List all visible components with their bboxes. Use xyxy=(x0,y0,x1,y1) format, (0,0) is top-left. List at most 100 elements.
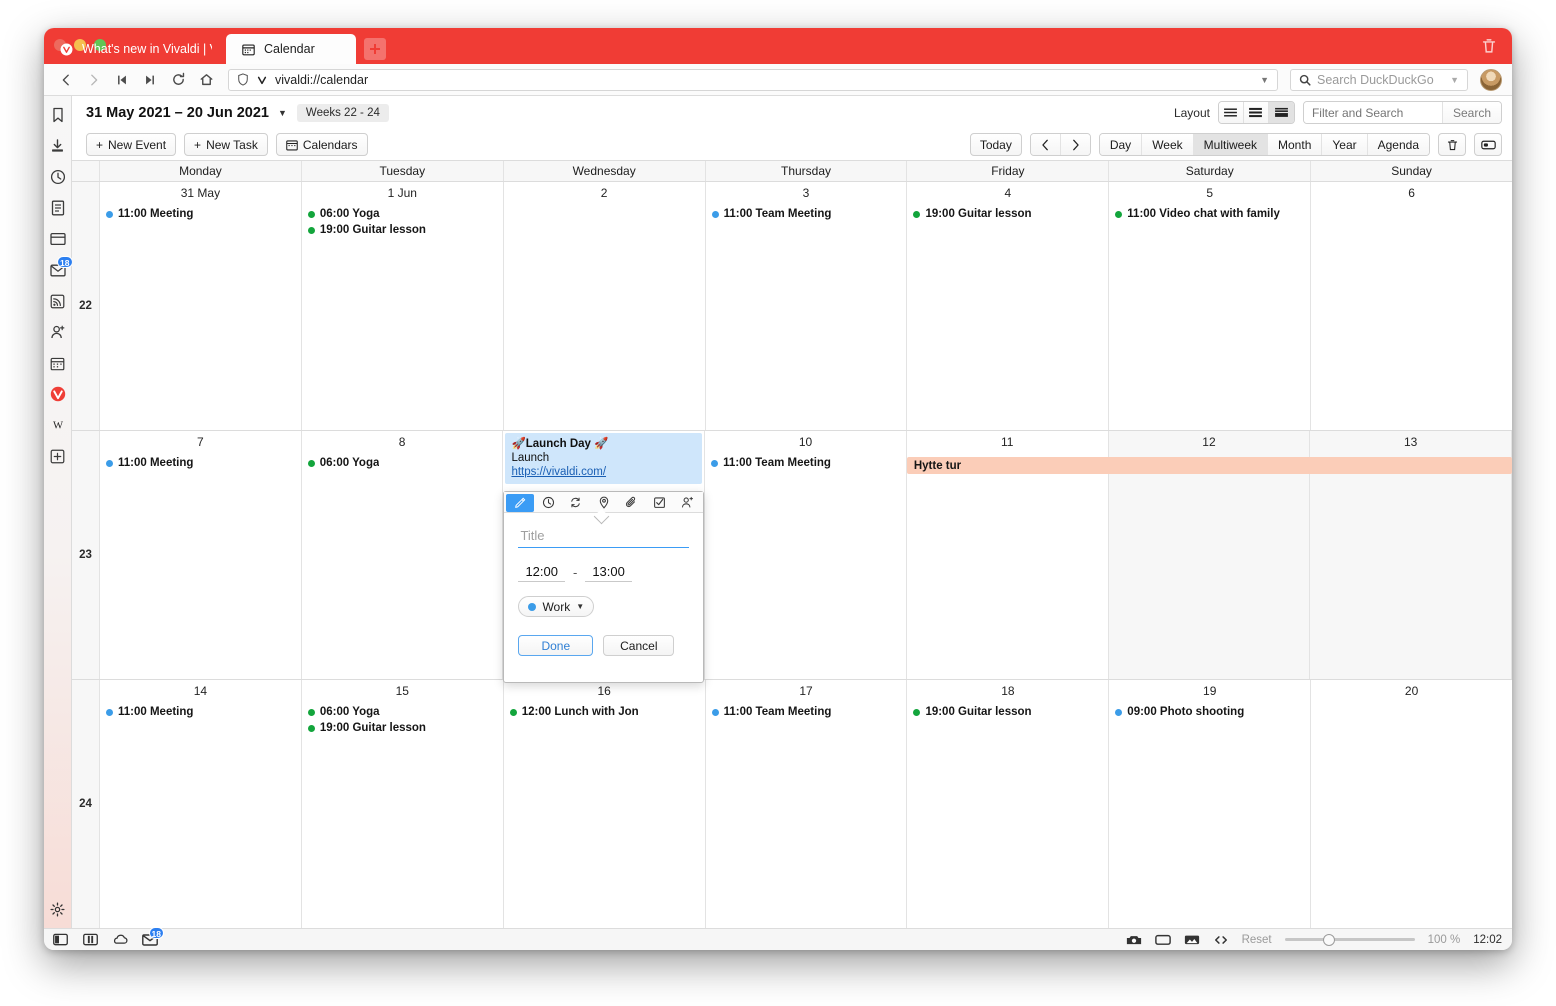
calendar-event[interactable]: 19:00 Guitar lesson xyxy=(907,704,1108,720)
calendar-event[interactable]: 06:00 Yoga xyxy=(302,455,503,471)
calendar-event[interactable]: 09:00 Photo shooting xyxy=(1109,704,1310,720)
day-cell[interactable]: 5 11:00 Video chat with family xyxy=(1109,182,1312,430)
filter-input[interactable] xyxy=(1303,102,1442,123)
plus-box-icon[interactable] xyxy=(49,447,67,465)
event-end-time[interactable]: 13:00 xyxy=(585,563,632,582)
camera-icon[interactable] xyxy=(1126,932,1142,948)
day-cell[interactable]: 19 09:00 Photo shooting xyxy=(1109,680,1312,928)
today-button[interactable]: Today xyxy=(969,133,1022,156)
mail-icon[interactable]: 18 xyxy=(49,256,73,279)
search-button[interactable]: Search xyxy=(1441,102,1501,123)
calendar-event[interactable]: 11:00 Meeting xyxy=(100,455,301,471)
bookmark-icon[interactable] xyxy=(49,106,67,124)
back-icon[interactable] xyxy=(54,68,78,92)
trash-icon[interactable] xyxy=(1480,37,1498,55)
home-icon[interactable] xyxy=(194,68,218,92)
day-cell[interactable]: 2 xyxy=(504,182,706,430)
done-button[interactable]: Done xyxy=(518,635,594,656)
location-pin-icon[interactable] xyxy=(590,494,618,512)
add-person-icon[interactable] xyxy=(673,494,701,512)
vivaldi-icon[interactable] xyxy=(49,385,67,403)
calendar-event[interactable]: 11:00 Meeting xyxy=(100,206,301,222)
day-cell[interactable]: 18 19:00 Guitar lesson xyxy=(907,680,1110,928)
event-toggle-icon[interactable] xyxy=(1474,133,1502,156)
date-range-selector[interactable]: 31 May 2021 – 20 Jun 2021 ▼ xyxy=(86,105,287,121)
paperclip-icon[interactable] xyxy=(618,494,646,512)
rewind-icon[interactable] xyxy=(110,68,134,92)
cancel-button[interactable]: Cancel xyxy=(603,635,675,656)
calendar-event[interactable]: 11:00 Video chat with family xyxy=(1109,206,1310,222)
repeat-icon[interactable] xyxy=(562,494,590,512)
code-icon[interactable] xyxy=(1213,932,1229,948)
day-cell[interactable]: 31 May 11:00 Meeting xyxy=(100,182,302,430)
window-panel-icon[interactable] xyxy=(49,230,67,248)
new-task-button[interactable]: + New Task xyxy=(184,133,268,156)
view-year[interactable]: Year xyxy=(1322,134,1368,155)
layout-medium-button[interactable] xyxy=(1243,102,1269,123)
view-month[interactable]: Month xyxy=(1268,134,1323,155)
gear-icon[interactable] xyxy=(49,900,67,918)
clock-icon[interactable] xyxy=(534,494,562,512)
event-start-time[interactable]: 12:00 xyxy=(518,563,565,582)
layout-large-button[interactable] xyxy=(1268,102,1294,123)
forward-icon[interactable] xyxy=(82,68,106,92)
view-agenda[interactable]: Agenda xyxy=(1367,134,1429,155)
day-cell[interactable]: 8 06:00 Yoga xyxy=(302,431,504,679)
contacts-icon[interactable] xyxy=(49,323,67,341)
day-cell[interactable]: 9🚀Launch Day 🚀Launchhttps://vivaldi.com/… xyxy=(503,431,706,683)
notes-icon[interactable] xyxy=(49,199,67,217)
day-cell[interactable]: 20 xyxy=(1311,680,1512,928)
day-cell[interactable]: 10 11:00 Team Meeting xyxy=(705,431,907,679)
day-cell[interactable]: 14 11:00 Meeting xyxy=(100,680,302,928)
day-cell[interactable]: 1 Jun 06:00 Yoga 19:00 Guitar lesson xyxy=(302,182,504,430)
event-title-input[interactable] xyxy=(518,526,690,548)
cloud-icon[interactable] xyxy=(112,932,128,948)
tiling-icon[interactable] xyxy=(82,932,98,948)
pencil-icon[interactable] xyxy=(506,493,535,512)
calendar-event[interactable]: 06:00 Yoga xyxy=(302,704,503,720)
tab-calendar[interactable]: Calendar xyxy=(226,34,356,64)
multi-day-event[interactable]: Hytte tur xyxy=(906,457,1512,474)
wikipedia-icon[interactable]: W xyxy=(49,416,67,434)
search-field[interactable]: Search DuckDuckGo ▼ xyxy=(1290,68,1468,91)
download-icon[interactable] xyxy=(49,137,67,155)
view-day[interactable]: Day xyxy=(1099,134,1143,155)
new-event-button[interactable]: + New Event xyxy=(86,133,177,156)
mail-icon[interactable]: 18 xyxy=(142,926,164,948)
view-week[interactable]: Week xyxy=(1142,134,1194,155)
day-cell[interactable]: 17 11:00 Team Meeting xyxy=(706,680,908,928)
clock-icon[interactable] xyxy=(49,168,67,186)
calendar-event[interactable]: 11:00 Meeting xyxy=(100,704,301,720)
calendar-event[interactable]: 11:00 Team Meeting xyxy=(706,704,907,720)
calendar-event[interactable]: 11:00 Team Meeting xyxy=(705,455,906,471)
selected-event-block[interactable]: 🚀Launch Day 🚀 Launch https://vivaldi.com/ xyxy=(505,433,703,484)
chevron-down-icon[interactable]: ▼ xyxy=(278,108,287,118)
day-cell[interactable]: 15 06:00 Yoga 19:00 Guitar lesson xyxy=(302,680,504,928)
calendar-icon[interactable] xyxy=(49,354,67,372)
zoom-slider-knob[interactable] xyxy=(1322,933,1335,946)
next-period-button[interactable] xyxy=(1060,134,1090,155)
display-icon[interactable] xyxy=(1154,932,1171,948)
day-cell[interactable]: 7 11:00 Meeting xyxy=(100,431,302,679)
day-cell[interactable]: 3 11:00 Team Meeting xyxy=(706,182,908,430)
calendar-event[interactable]: 19:00 Guitar lesson xyxy=(302,720,503,736)
new-tab-button[interactable] xyxy=(364,38,386,60)
rss-icon[interactable] xyxy=(49,292,67,310)
zoom-slider[interactable] xyxy=(1284,933,1415,946)
day-cell[interactable]: 4 19:00 Guitar lesson xyxy=(907,182,1110,430)
selected-event-url[interactable]: https://vivaldi.com/ xyxy=(511,465,696,479)
calendar-select[interactable]: Work ▼ xyxy=(518,596,595,617)
calendar-event[interactable]: 06:00 Yoga xyxy=(302,206,503,222)
calendar-event[interactable]: 11:00 Team Meeting xyxy=(706,206,907,222)
checkbox-icon[interactable] xyxy=(646,494,674,512)
reload-icon[interactable] xyxy=(166,68,190,92)
calendar-event[interactable]: 19:00 Guitar lesson xyxy=(302,222,503,238)
trash-icon[interactable] xyxy=(1438,133,1466,156)
prev-period-button[interactable] xyxy=(1030,134,1061,155)
panel-toggle-icon[interactable] xyxy=(52,932,68,948)
zoom-reset-button[interactable]: Reset xyxy=(1242,934,1272,946)
calendars-button[interactable]: Calendars xyxy=(275,133,368,156)
chevron-down-icon[interactable]: ▼ xyxy=(1260,75,1269,85)
image-icon[interactable] xyxy=(1184,932,1200,948)
layout-compact-button[interactable] xyxy=(1218,102,1244,123)
